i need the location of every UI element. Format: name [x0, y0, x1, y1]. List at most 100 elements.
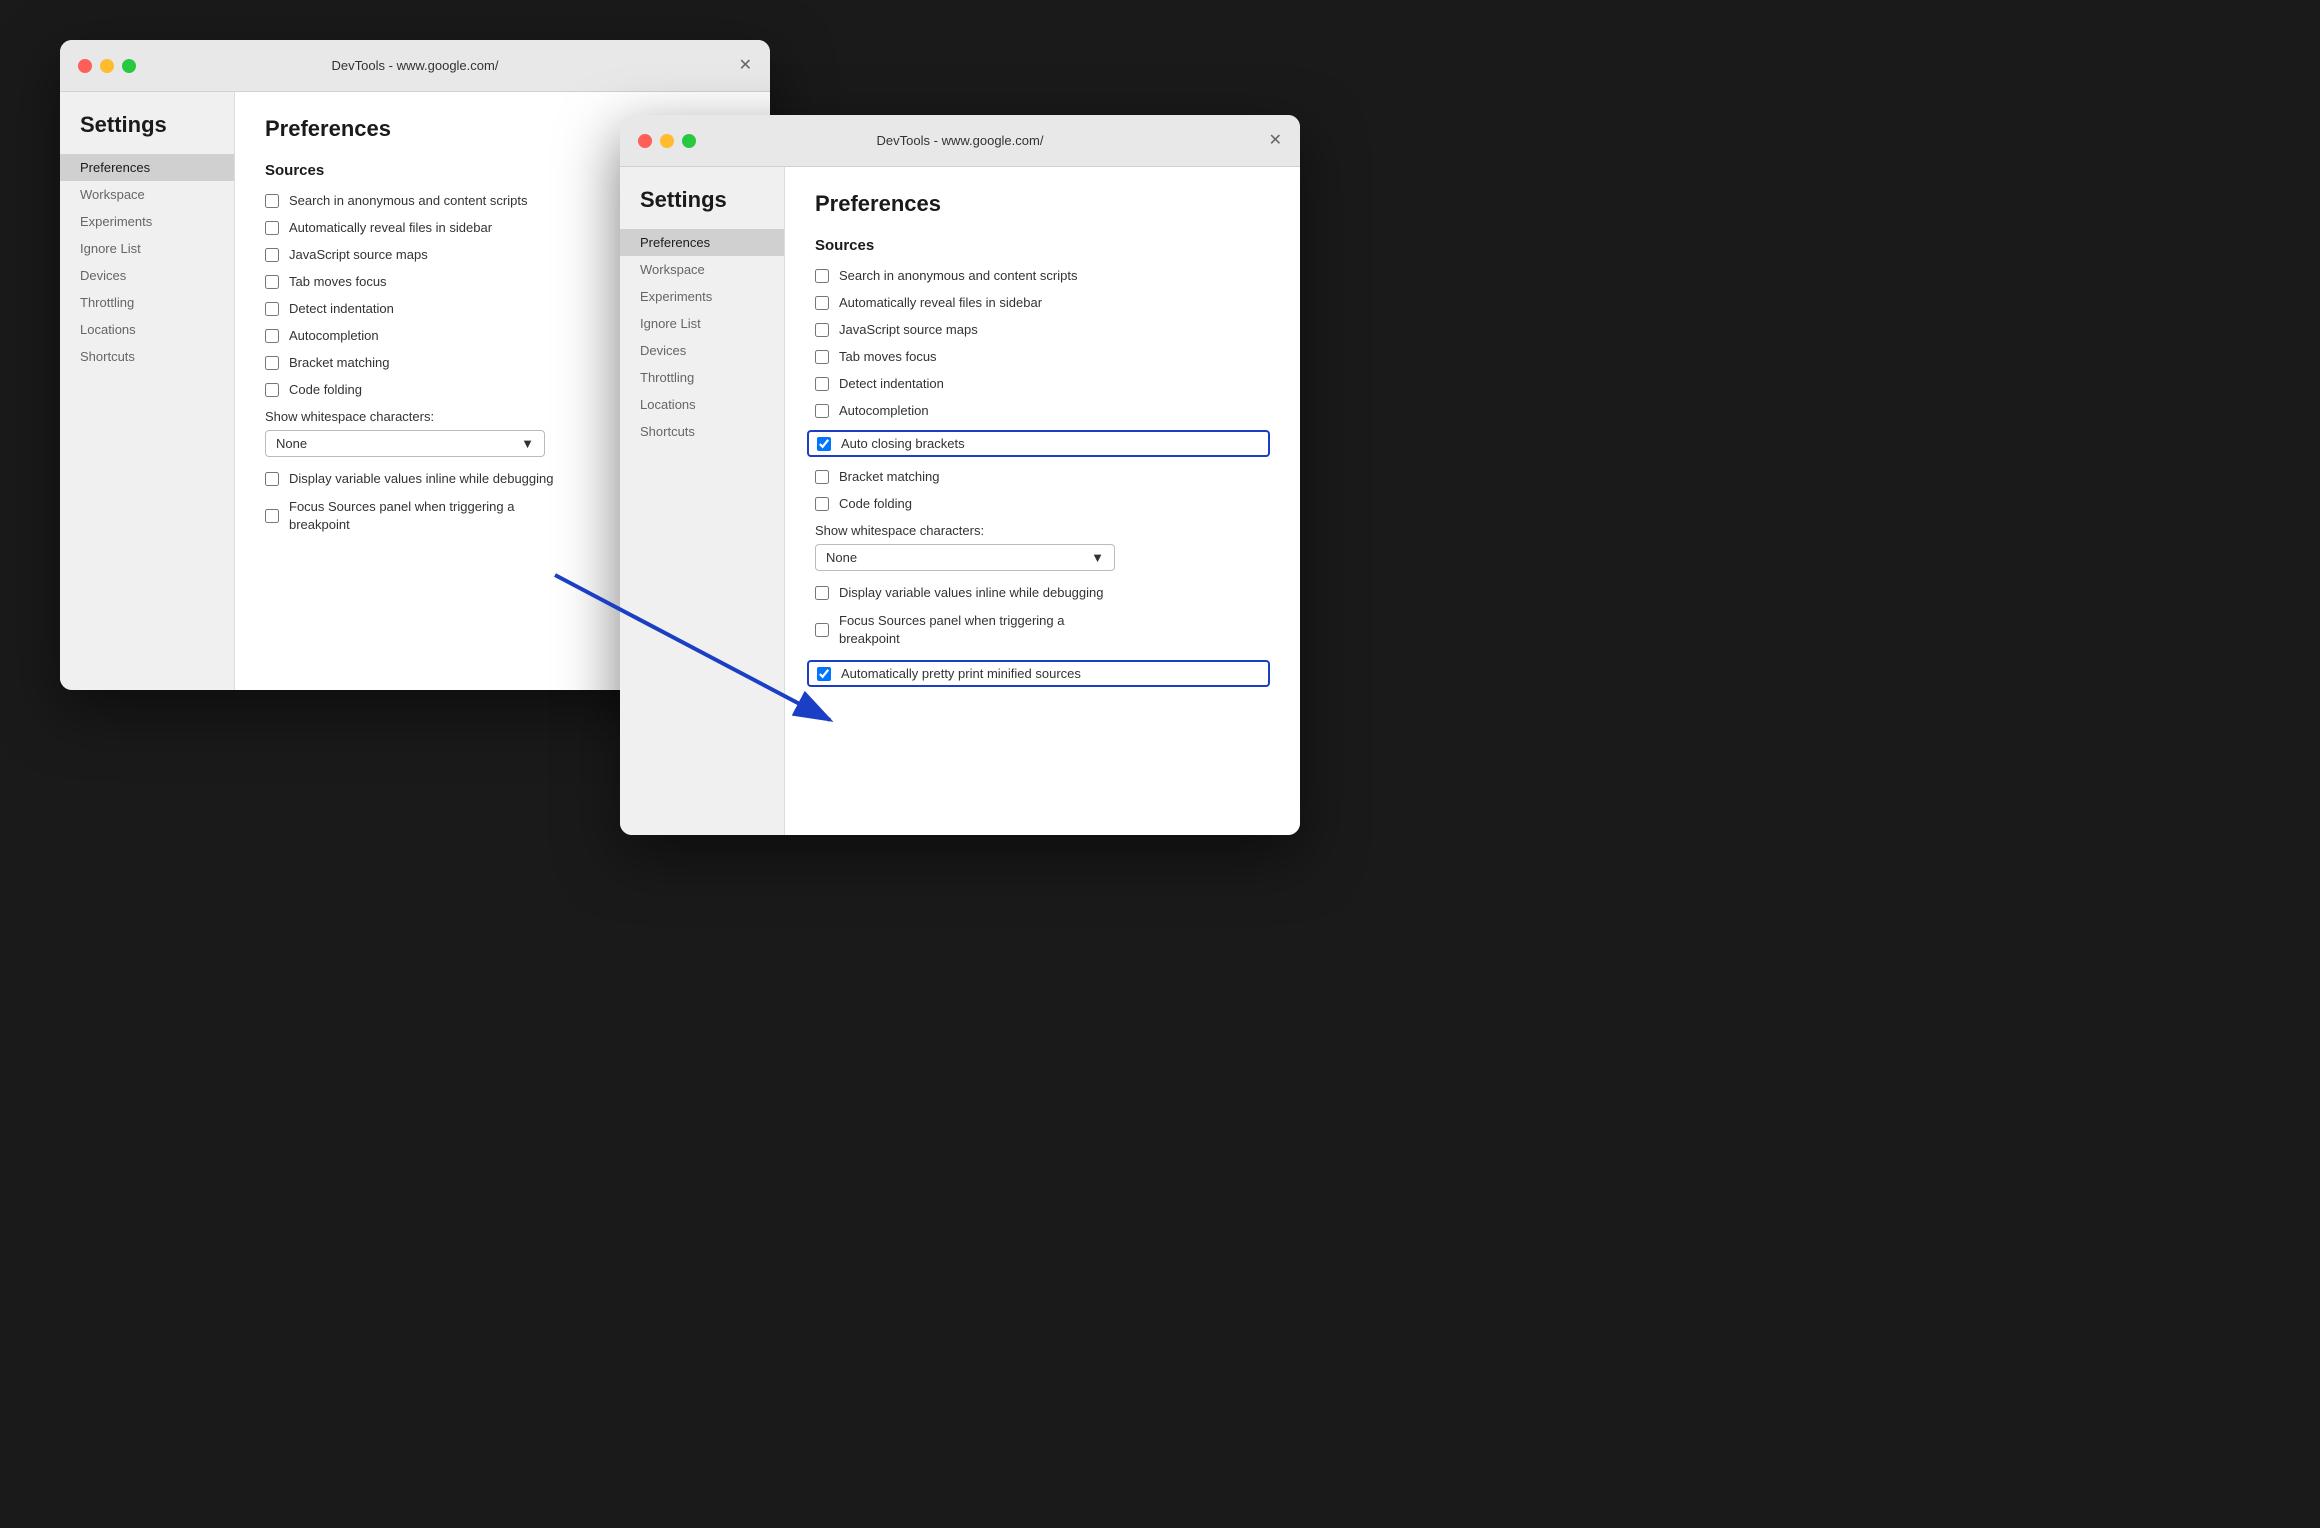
checkbox-label-10: Focus Sources panel when triggering abre… — [289, 498, 514, 534]
whitespace-select-row-2: Show whitespace characters: None ▼ — [815, 523, 1270, 571]
checkbox-label-2-12: Automatically pretty print minified sour… — [841, 666, 1081, 681]
sidebar-item-workspace-2[interactable]: Workspace — [620, 256, 784, 283]
close-icon-1[interactable]: ✕ — [739, 58, 752, 74]
whitespace-label-2: Show whitespace characters: — [815, 523, 1270, 538]
checkbox-label-2-1: Search in anonymous and content scripts — [839, 268, 1077, 283]
whitespace-value-2: None — [826, 550, 857, 565]
checkbox-code-fold-2: Code folding — [815, 496, 1270, 511]
checkbox-reveal-files-2: Automatically reveal files in sidebar — [815, 295, 1270, 310]
checkbox-input-9[interactable] — [265, 472, 279, 486]
checkbox-label-2-6: Autocompletion — [839, 403, 929, 418]
checkbox-input-2-2[interactable] — [815, 296, 829, 310]
checkbox-label-4: Tab moves focus — [289, 274, 387, 289]
checkbox-label-2-3: JavaScript source maps — [839, 322, 978, 337]
sidebar-item-devices-1[interactable]: Devices — [60, 262, 234, 289]
maximize-button-1[interactable] — [122, 59, 136, 73]
checkbox-input-3[interactable] — [265, 248, 279, 262]
checkbox-variable-inline-2: Display variable values inline while deb… — [815, 585, 1270, 600]
checkbox-source-maps-2: JavaScript source maps — [815, 322, 1270, 337]
checkbox-label-2-4: Tab moves focus — [839, 349, 937, 364]
dropdown-arrow-icon-2: ▼ — [1091, 550, 1104, 565]
checkbox-label-3: JavaScript source maps — [289, 247, 428, 262]
checkbox-autocompletion-2: Autocompletion — [815, 403, 1270, 418]
checkbox-label-2-8: Bracket matching — [839, 469, 939, 484]
close-button-1[interactable] — [78, 59, 92, 73]
checkbox-pretty-print-2: Automatically pretty print minified sour… — [807, 660, 1270, 687]
checkbox-input-5[interactable] — [265, 302, 279, 316]
sidebar-item-locations-1[interactable]: Locations — [60, 316, 234, 343]
content-title-2: Preferences — [815, 191, 1270, 217]
sidebar-item-preferences-1[interactable]: Preferences — [60, 154, 234, 181]
sidebar-item-workspace-1[interactable]: Workspace — [60, 181, 234, 208]
dropdown-arrow-icon-1: ▼ — [521, 436, 534, 451]
checkbox-focus-sources-2: Focus Sources panel when triggering abre… — [815, 612, 1270, 648]
checkbox-label-1: Search in anonymous and content scripts — [289, 193, 527, 208]
whitespace-value-1: None — [276, 436, 307, 451]
checkbox-input-6[interactable] — [265, 329, 279, 343]
maximize-button-2[interactable] — [682, 134, 696, 148]
checkbox-input-2-8[interactable] — [815, 470, 829, 484]
checkbox-bracket-match-2: Bracket matching — [815, 469, 1270, 484]
sidebar-item-locations-2[interactable]: Locations — [620, 391, 784, 418]
titlebar-1: DevTools - www.google.com/ ✕ — [60, 40, 770, 92]
checkbox-label-2-7: Auto closing brackets — [841, 436, 965, 451]
sidebar-item-shortcuts-1[interactable]: Shortcuts — [60, 343, 234, 370]
sidebar-2: Settings Preferences Workspace Experimen… — [620, 167, 785, 835]
settings-body-2: Settings Preferences Workspace Experimen… — [620, 167, 1300, 835]
checkbox-input-1[interactable] — [265, 194, 279, 208]
sidebar-item-experiments-2[interactable]: Experiments — [620, 283, 784, 310]
sidebar-item-throttling-1[interactable]: Throttling — [60, 289, 234, 316]
close-button-2[interactable] — [638, 134, 652, 148]
traffic-lights-1 — [78, 59, 136, 73]
section-title-2: Sources — [815, 237, 1270, 254]
checkbox-label-2-11: Focus Sources panel when triggering abre… — [839, 612, 1064, 648]
checkbox-tab-focus-2: Tab moves focus — [815, 349, 1270, 364]
checkbox-label-2-9: Code folding — [839, 496, 912, 511]
checkbox-input-2-3[interactable] — [815, 323, 829, 337]
checkbox-input-2-1[interactable] — [815, 269, 829, 283]
checkbox-input-7[interactable] — [265, 356, 279, 370]
close-icon-2[interactable]: ✕ — [1269, 133, 1282, 149]
checkbox-label-2-5: Detect indentation — [839, 376, 944, 391]
checkbox-detect-indent-2: Detect indentation — [815, 376, 1270, 391]
checkbox-label-5: Detect indentation — [289, 301, 394, 316]
whitespace-select-1[interactable]: None ▼ — [265, 430, 545, 457]
checkbox-input-4[interactable] — [265, 275, 279, 289]
sidebar-item-experiments-1[interactable]: Experiments — [60, 208, 234, 235]
window-title-2: DevTools - www.google.com/ — [877, 133, 1044, 148]
sidebar-item-ignorelist-2[interactable]: Ignore List — [620, 310, 784, 337]
sidebar-1: Settings Preferences Workspace Experimen… — [60, 92, 235, 690]
checkbox-input-8[interactable] — [265, 383, 279, 397]
sidebar-item-ignorelist-1[interactable]: Ignore List — [60, 235, 234, 262]
traffic-lights-2 — [638, 134, 696, 148]
checkbox-input-2-6[interactable] — [815, 404, 829, 418]
checkbox-input-2[interactable] — [265, 221, 279, 235]
sidebar-item-shortcuts-2[interactable]: Shortcuts — [620, 418, 784, 445]
checkbox-input-2-12[interactable] — [817, 667, 831, 681]
minimize-button-2[interactable] — [660, 134, 674, 148]
checkbox-input-2-4[interactable] — [815, 350, 829, 364]
checkbox-input-2-7[interactable] — [817, 437, 831, 451]
settings-content-2: Preferences Sources Search in anonymous … — [785, 167, 1300, 835]
checkbox-label-2: Automatically reveal files in sidebar — [289, 220, 492, 235]
checkbox-input-2-11[interactable] — [815, 623, 829, 637]
sidebar-item-preferences-2[interactable]: Preferences — [620, 229, 784, 256]
checkbox-input-2-9[interactable] — [815, 497, 829, 511]
checkbox-label-9: Display variable values inline while deb… — [289, 471, 554, 486]
minimize-button-1[interactable] — [100, 59, 114, 73]
whitespace-select-2[interactable]: None ▼ — [815, 544, 1115, 571]
checkbox-auto-closing-brackets-2: Auto closing brackets — [807, 430, 1270, 457]
sidebar-item-throttling-2[interactable]: Throttling — [620, 364, 784, 391]
checkbox-input-10[interactable] — [265, 509, 279, 523]
checkbox-label-8: Code folding — [289, 382, 362, 397]
sidebar-item-devices-2[interactable]: Devices — [620, 337, 784, 364]
checkbox-input-2-5[interactable] — [815, 377, 829, 391]
checkbox-label-2-2: Automatically reveal files in sidebar — [839, 295, 1042, 310]
checkbox-label-7: Bracket matching — [289, 355, 389, 370]
checkbox-label-2-10: Display variable values inline while deb… — [839, 585, 1104, 600]
sidebar-title-2: Settings — [620, 187, 784, 229]
sidebar-title-1: Settings — [60, 112, 234, 154]
titlebar-2: DevTools - www.google.com/ ✕ — [620, 115, 1300, 167]
window-title-1: DevTools - www.google.com/ — [332, 58, 499, 73]
checkbox-input-2-10[interactable] — [815, 586, 829, 600]
